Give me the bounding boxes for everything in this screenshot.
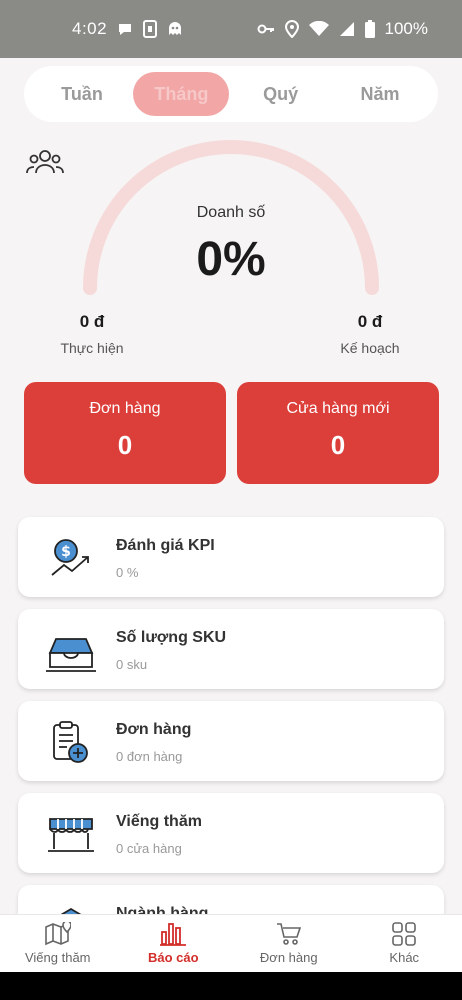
location-icon (284, 20, 299, 38)
grid-icon (391, 922, 417, 946)
actual-value: 0 đ (79, 312, 105, 331)
people-group-icon (25, 146, 65, 185)
new-stores-card[interactable]: Cửa hàng mới 0 (237, 382, 439, 484)
bar-chart-icon (160, 922, 187, 946)
tab-year[interactable]: Năm (332, 72, 428, 116)
new-stores-card-title: Cửa hàng mới (286, 400, 390, 417)
kpi-dollar-icon: $ (46, 537, 96, 581)
ghost-app-icon (167, 21, 183, 37)
nav-more[interactable]: Khác (347, 915, 462, 972)
orders-title: Đơn hàng (116, 721, 192, 738)
new-stores-card-value: 0 (330, 430, 346, 460)
gauge-percent: 0% (196, 233, 266, 286)
system-home-bar (0, 972, 462, 1000)
sku-title: Số lượng SKU (116, 629, 227, 646)
status-time: 4:02 (72, 19, 108, 38)
sku-sub: 0 sku (116, 657, 148, 672)
orders-sub: 0 đơn hàng (116, 749, 183, 764)
chat-bubble-icon (117, 21, 133, 37)
map-pin-icon (44, 922, 71, 946)
orders-card[interactable]: Đơn hàng 0 (24, 382, 226, 484)
nav-visits[interactable]: Viếng thăm (0, 915, 115, 972)
visits-title: Viếng thăm (116, 813, 202, 830)
status-bar: 4:02 100% (0, 0, 462, 58)
tab-week[interactable]: Tuần (34, 72, 130, 116)
orders-card-value: 0 (117, 430, 133, 460)
svg-text:$: $ (61, 544, 71, 560)
nav-more-label: Khác (389, 950, 420, 965)
visits-sub: 0 cửa hàng (116, 841, 182, 856)
nav-reports-label: Báo cáo (147, 950, 199, 965)
period-tabs: Tuần Tháng Quý Năm (24, 66, 438, 122)
actual-label: Thực hiện (60, 340, 124, 356)
gauge-label: Doanh số (196, 204, 266, 221)
nav-visits-label: Viếng thăm (24, 950, 91, 965)
kpi-title: Đánh giá KPI (116, 537, 215, 554)
kpi-sub: 0 % (116, 565, 139, 580)
list-item-visits[interactable]: Viếng thăm 0 cửa hàng (18, 793, 444, 873)
nav-orders-label: Đơn hàng (259, 950, 318, 965)
nav-orders[interactable]: Đơn hàng (231, 915, 346, 972)
wifi-icon (308, 21, 329, 37)
cart-icon (276, 922, 302, 946)
key-icon (257, 23, 275, 35)
list-item-orders[interactable]: Đơn hàng 0 đơn hàng (18, 701, 444, 781)
list-item-kpi[interactable]: $ Đánh giá KPI 0 % (18, 517, 444, 597)
inbox-tray-icon (46, 629, 96, 673)
plan-value: 0 đ (357, 312, 383, 331)
sim-icon (143, 20, 158, 38)
plan-label: Kế hoạch (340, 340, 400, 356)
battery-icon (364, 20, 375, 38)
store-awning-icon (46, 813, 96, 857)
group-button[interactable] (24, 146, 66, 184)
orders-card-title: Đơn hàng (89, 400, 161, 417)
nav-reports[interactable]: Báo cáo (116, 915, 231, 972)
list-item-sku[interactable]: Số lượng SKU 0 sku (18, 609, 444, 689)
battery-percent: 100% (384, 19, 428, 38)
bottom-nav: Viếng thăm Báo cáo Đơn hàng Khác (0, 914, 462, 972)
tab-month[interactable]: Tháng (133, 72, 230, 116)
tab-quarter[interactable]: Quý (233, 72, 329, 116)
clipboard-add-icon (46, 721, 96, 765)
signal-icon (339, 21, 355, 37)
